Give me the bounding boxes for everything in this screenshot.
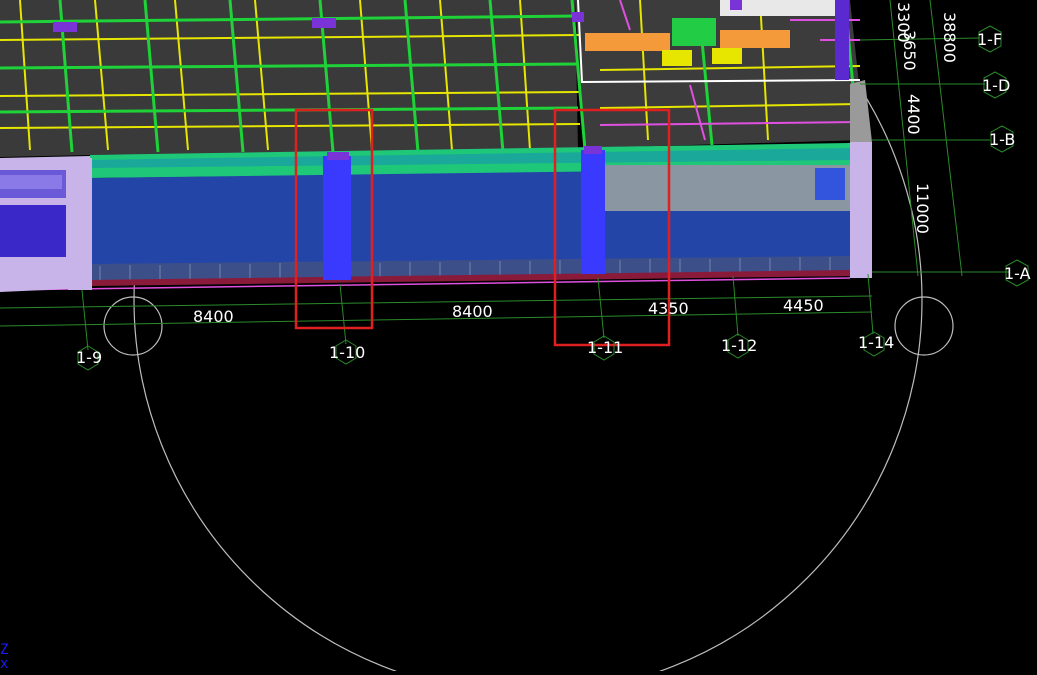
- grid-bubble-1-9: 1-9: [76, 345, 102, 371]
- upper-floor-slab: [0, 0, 865, 157]
- dimension-label: 3650: [900, 30, 919, 71]
- grid-bubble-1-14: 1-14: [858, 331, 894, 357]
- cad-3d-viewport[interactable]: 8400 8400 4350 4450 3300 3650 38800 4400…: [0, 0, 1037, 675]
- dimension-label: 8400: [452, 302, 493, 321]
- axis-indicator: Z x: [0, 643, 8, 671]
- svg-text:1-11: 1-11: [587, 338, 623, 357]
- dimension-label: 8400: [193, 307, 234, 326]
- orbit-handle-right[interactable]: [894, 296, 954, 356]
- svg-text:1-F: 1-F: [977, 30, 1002, 49]
- svg-text:1-14: 1-14: [858, 333, 894, 352]
- grid-bubble-1-B: 1-B: [989, 125, 1015, 153]
- x-axis-label: x: [0, 656, 9, 672]
- dimension-label: 4450: [783, 296, 824, 315]
- svg-text:1-12: 1-12: [721, 336, 757, 355]
- svg-text:1-A: 1-A: [1004, 264, 1031, 283]
- grid-bubble-1-12: 1-12: [721, 333, 757, 359]
- grid-bubble-1-D: 1-D: [982, 71, 1010, 99]
- svg-text:1-9: 1-9: [76, 348, 102, 367]
- dimension-label: 4350: [648, 299, 689, 318]
- z-axis-label: Z: [0, 642, 9, 658]
- grid-bubble-1-F: 1-F: [977, 25, 1002, 53]
- grid-bubble-1-11: 1-11: [587, 335, 623, 361]
- dimension-label: 11000: [913, 183, 932, 234]
- model-canvas[interactable]: 8400 8400 4350 4450 3300 3650 38800 4400…: [0, 0, 1037, 675]
- dimension-label: 4400: [904, 94, 923, 135]
- dimension-label: 38800: [940, 12, 959, 63]
- svg-text:1-B: 1-B: [989, 130, 1015, 149]
- grid-bubble-1-10: 1-10: [329, 339, 365, 365]
- grid-bubble-1-A: 1-A: [1004, 259, 1031, 287]
- svg-text:1-D: 1-D: [982, 76, 1010, 95]
- svg-text:1-10: 1-10: [329, 343, 365, 362]
